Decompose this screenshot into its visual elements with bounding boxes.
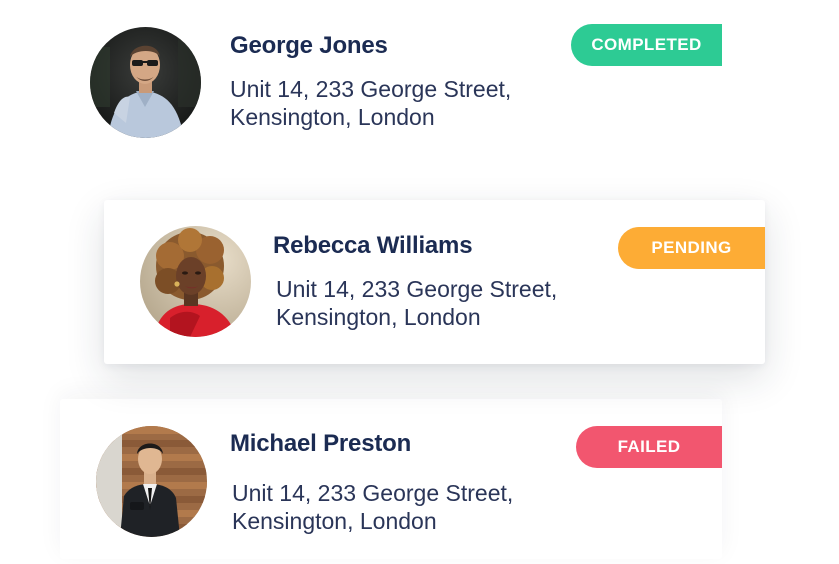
address-line-2: Kensington, London	[232, 508, 437, 534]
address-line-2: Kensington, London	[276, 304, 481, 330]
avatar	[140, 226, 251, 337]
contact-card-michael-preston[interactable]: Michael Preston Unit 14, 233 George Stre…	[60, 399, 722, 559]
contact-address: Unit 14, 233 George Street, Kensington, …	[276, 275, 557, 331]
avatar	[96, 426, 207, 537]
contact-name: Rebecca Williams	[273, 232, 473, 259]
man-in-suit-photo-icon	[96, 426, 207, 537]
avatar	[90, 27, 201, 138]
contact-name: George Jones	[230, 32, 388, 59]
address-line-2: Kensington, London	[230, 104, 435, 130]
contact-list: George Jones Unit 14, 233 George Street,…	[0, 0, 839, 564]
contact-name: Michael Preston	[230, 430, 412, 457]
address-line-1: Unit 14, 233 George Street,	[276, 276, 558, 302]
contact-address: Unit 14, 233 George Street, Kensington, …	[230, 75, 511, 131]
contact-card-george-jones[interactable]: George Jones Unit 14, 233 George Street,…	[58, 2, 722, 164]
woman-with-curly-hair-photo-icon	[140, 226, 251, 337]
man-in-sunglasses-photo-icon	[90, 27, 201, 138]
contact-card-rebecca-williams[interactable]: Rebecca Williams Unit 14, 233 George Str…	[104, 200, 765, 364]
status-badge-failed: FAILED	[576, 426, 722, 468]
status-badge-pending: PENDING	[618, 227, 765, 269]
address-line-1: Unit 14, 233 George Street,	[230, 76, 512, 102]
address-line-1: Unit 14, 233 George Street,	[232, 480, 514, 506]
contact-address: Unit 14, 233 George Street, Kensington, …	[232, 479, 513, 535]
status-badge-completed: COMPLETED	[571, 24, 722, 66]
